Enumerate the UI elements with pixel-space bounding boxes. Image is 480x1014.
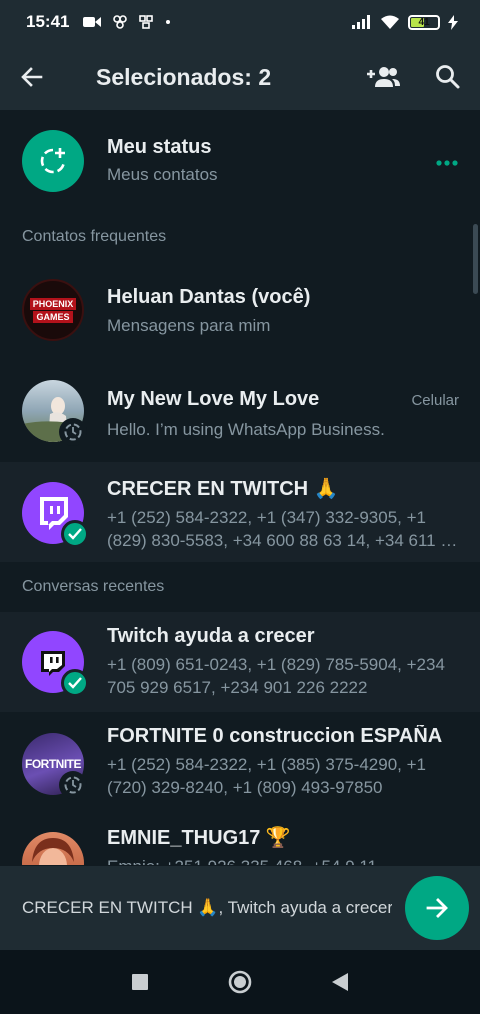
my-status-subtitle: Meus contatos <box>107 165 218 184</box>
add-group-icon <box>367 67 400 87</box>
status-ring-icon <box>59 418 87 446</box>
selection-bar: CRECER EN TWITCH 🙏, Twitch ayuda a crece… <box>0 866 480 950</box>
contact-subtitle: Emnie: +251 926 335 468, +54 9 11 <box>107 855 460 865</box>
search-button[interactable] <box>416 44 480 110</box>
back-button[interactable] <box>0 44 64 110</box>
twitch-glitch-icon <box>41 651 65 676</box>
scrollbar[interactable] <box>473 224 478 294</box>
contact-row[interactable]: PHOENIX GAMES Heluan Dantas (você) Mensa… <box>0 262 480 362</box>
contact-row[interactable]: My New Love My Love Celular Hello. I’m u… <box>0 362 480 462</box>
group-row[interactable]: FORTNITE FORTNITE 0 construccion ESPAÑA … <box>0 712 480 812</box>
send-button[interactable] <box>405 876 469 940</box>
avatar: FORTNITE <box>22 733 87 799</box>
circle-icon <box>228 970 252 994</box>
signal-icon <box>352 15 370 29</box>
page-title: Selecionados: 2 <box>96 63 272 90</box>
status-add-icon <box>40 148 66 174</box>
section-recent: Conversas recentes <box>22 578 165 595</box>
battery-icon: 41 <box>408 14 440 30</box>
avatar <box>22 380 87 446</box>
avatar-logo-text: FORTNITE <box>25 757 82 771</box>
selected-check-icon <box>61 669 89 697</box>
status-ring-icon <box>59 771 87 799</box>
search-icon <box>436 65 460 89</box>
contact-name: Heluan Dantas (você) <box>107 286 311 308</box>
clock: 15:41 <box>26 12 70 31</box>
system-nav-bar <box>0 950 480 1014</box>
square-icon <box>132 974 148 990</box>
app-bar: Selecionados: 2 <box>0 44 480 110</box>
group-name: FORTNITE 0 construccion ESPAÑA <box>107 725 443 747</box>
contact-name: My New Love My Love <box>107 388 320 410</box>
selected-check-icon <box>61 520 89 548</box>
dot-icon <box>166 20 171 24</box>
contact-subtitle: Mensagens para mim <box>107 316 271 335</box>
arrow-right-icon <box>426 898 448 918</box>
arrow-left-icon <box>21 67 43 87</box>
contact-type-label: Celular <box>411 392 459 409</box>
contact-list[interactable]: Meu status Meus contatos Contatos freque… <box>0 110 480 865</box>
status-bar: 15:41 41 <box>0 0 480 44</box>
contact-name: EMNIE_THUG17 🏆 <box>107 827 291 849</box>
triangle-back-icon <box>332 973 348 991</box>
avatar <box>22 482 89 548</box>
select-contacts-button[interactable] <box>352 44 416 110</box>
app-notification-icon-2 <box>139 15 154 29</box>
avatar <box>22 631 89 697</box>
contact-row[interactable]: EMNIE_THUG17 🏆 Emnie: +251 926 335 468, … <box>0 812 480 865</box>
avatar-logo-text-1: PHOENIX <box>29 297 77 310</box>
my-status-title: Meu status <box>107 136 212 158</box>
group-row-selected[interactable]: CRECER EN TWITCH 🙏 +1 (252) 584-2322, +1… <box>0 462 480 562</box>
video-icon <box>83 17 102 27</box>
selected-recipients: CRECER EN TWITCH 🙏, Twitch ayuda a crece… <box>22 898 392 917</box>
app-notification-icon <box>113 15 128 29</box>
group-members: +1 (809) 651-0243, +1 (829) 785-5904, +2… <box>107 655 445 697</box>
section-frequent: Contatos frequentes <box>22 228 167 245</box>
my-status-row[interactable]: Meu status Meus contatos <box>0 110 480 214</box>
avatar: PHOENIX GAMES <box>22 279 84 341</box>
group-row-selected[interactable]: Twitch ayuda a crecer +1 (809) 651-0243,… <box>0 612 480 712</box>
group-name: CRECER EN TWITCH 🙏 <box>107 478 339 500</box>
avatar <box>22 832 84 865</box>
contact-subtitle: Hello. I’m using WhatsApp Business. <box>107 420 385 439</box>
my-status-avatar <box>22 130 84 192</box>
avatar-logo-text-2: GAMES <box>33 310 73 323</box>
wifi-icon <box>381 15 399 29</box>
home-button[interactable] <box>190 950 290 1014</box>
group-members: +1 (252) 584-2322, +1 (347) 332-9305, +1… <box>107 508 460 550</box>
more-dots-icon[interactable] <box>436 160 458 166</box>
charging-icon <box>448 14 458 30</box>
nav-back-button[interactable] <box>290 950 390 1014</box>
battery-level: 41 <box>418 16 430 28</box>
group-members: +1 (252) 584-2322, +1 (385) 375-4290, +1… <box>107 755 426 797</box>
group-name: Twitch ayuda a crecer <box>107 625 315 647</box>
recents-button[interactable] <box>90 950 190 1014</box>
